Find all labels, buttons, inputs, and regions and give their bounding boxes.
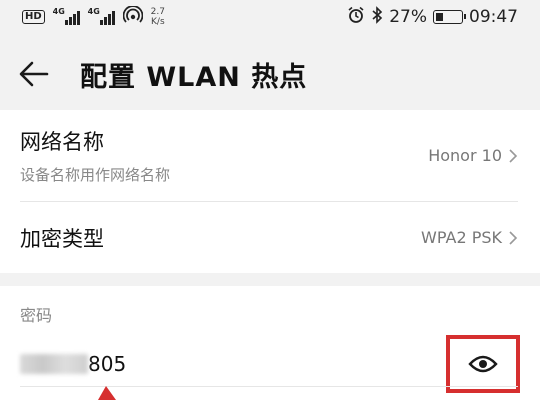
- network-name-description: 设备名称用作网络名称: [20, 166, 171, 184]
- chevron-right-icon: [509, 148, 518, 163]
- password-field[interactable]: 805: [20, 335, 520, 393]
- status-bar: HD 4G 4G 2.7 K/s 27% 09:47: [0, 0, 540, 34]
- status-right: 27% 09:47: [347, 5, 518, 29]
- bluetooth-icon: [371, 5, 383, 29]
- page-title: 配置 WLAN 热点: [80, 61, 308, 93]
- title-bar: 配置 WLAN 热点: [0, 34, 540, 114]
- encryption-type-row[interactable]: 加密类型 WPA2 PSK: [0, 202, 540, 273]
- clock: 09:47: [469, 7, 518, 27]
- network-settings-card: 网络名称 设备名称用作网络名称 Honor 10 加密类型 WPA2 PSK: [0, 110, 540, 273]
- network-name-row[interactable]: 网络名称 设备名称用作网络名称 Honor 10: [20, 110, 518, 202]
- eye-icon: [468, 355, 498, 373]
- password-blurred-part: [20, 354, 88, 374]
- encryption-type-value-wrap: WPA2 PSK: [421, 228, 518, 247]
- battery-percent: 27%: [389, 7, 427, 27]
- signal-icon: 4G: [52, 7, 80, 25]
- back-button[interactable]: [14, 54, 54, 94]
- hd-icon: HD: [22, 10, 45, 24]
- alarm-icon: [347, 6, 365, 29]
- encryption-type-label: 加密类型: [20, 226, 104, 251]
- password-value: 805: [88, 352, 127, 376]
- hotspot-icon: [122, 4, 144, 29]
- network-type-label: 4G: [52, 7, 65, 16]
- chevron-right-icon: [509, 230, 518, 245]
- network-speed: 2.7 K/s: [151, 7, 165, 27]
- password-label: 密码: [20, 306, 53, 325]
- speed-value: 2.7: [150, 7, 165, 17]
- battery-icon: [433, 10, 466, 24]
- hotspot-config-screen: HD 4G 4G 2.7 K/s 27% 09:47 配置 WLAN 热点 网络…: [0, 0, 540, 400]
- speed-unit: K/s: [151, 17, 165, 27]
- network-name-label: 网络名称: [20, 130, 104, 154]
- network-name-value: Honor 10: [428, 146, 502, 165]
- encryption-type-text: 加密类型: [20, 223, 421, 253]
- password-card: 密码 805: [0, 286, 540, 400]
- signal-icon: 4G: [87, 7, 115, 25]
- status-left: HD 4G 4G 2.7 K/s: [22, 4, 165, 29]
- back-arrow-icon: [19, 61, 49, 87]
- network-name-text: 网络名称 设备名称用作网络名称: [20, 126, 428, 185]
- network-type-label: 4G: [87, 7, 100, 16]
- show-password-button[interactable]: [446, 335, 520, 393]
- network-name-value-wrap: Honor 10: [428, 146, 518, 165]
- encryption-type-value: WPA2 PSK: [421, 228, 502, 247]
- red-arrow-icon: [98, 386, 116, 400]
